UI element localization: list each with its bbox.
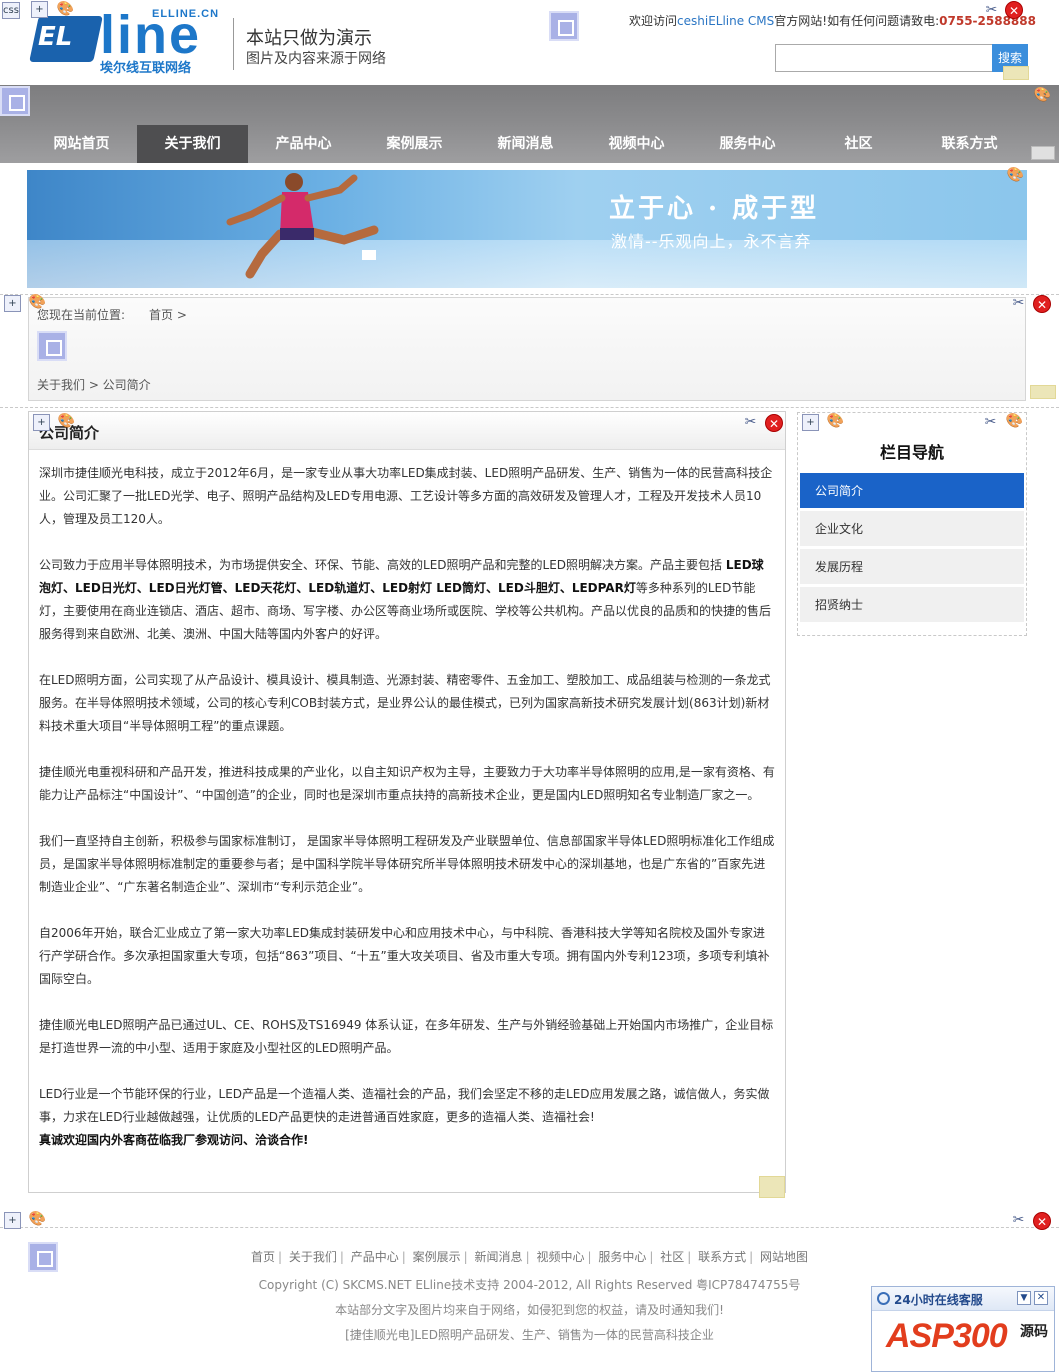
article-header: 公司简介 — [29, 412, 785, 450]
article-paragraph: 深圳市捷佳顺光电科技，成立于2012年6月，是一家专业从事大功率LED集成封装、… — [39, 466, 773, 526]
sidebar-item-company-intro[interactable]: 公司简介 — [800, 473, 1024, 509]
nav-item-service[interactable]: 服务中心 — [692, 125, 803, 163]
demo-notice-line2: 图片及内容来源于网络 — [246, 51, 386, 67]
block-handle-icon[interactable] — [37, 331, 67, 361]
breadcrumb-label: 您现在当前位置: — [37, 308, 126, 322]
palette-icon[interactable]: 🎨 — [28, 1210, 47, 1229]
banner-sky — [27, 240, 1027, 288]
footer-link-cases[interactable]: 案例展示 — [413, 1250, 461, 1264]
nav-item-about[interactable]: 关于我们 — [137, 125, 248, 163]
palette-icon[interactable]: 🎨 — [56, 0, 75, 19]
sidebar-item-culture[interactable]: 企业文化 — [800, 511, 1024, 547]
logo-chinese-name: 埃尔线互联网络 — [100, 61, 192, 76]
add-block-icon[interactable]: + — [33, 414, 50, 431]
chat-title: 24小时在线客服 — [894, 1293, 983, 1307]
footer-link-community[interactable]: 社区 — [660, 1250, 684, 1264]
nav-item-products[interactable]: 产品中心 — [248, 125, 359, 163]
article-paragraph: 我们一直坚持自主创新，积极参与国家标准制订， 是国家半导体照明工程研发及产业联盟… — [39, 834, 775, 894]
settings-tool-icon[interactable]: ✂ — [1009, 294, 1028, 313]
nav-item-contact[interactable]: 联系方式 — [914, 125, 1025, 163]
footer-divider — [0, 1212, 1059, 1228]
chat-header: 24小时在线客服 ▼ ✕ — [872, 1287, 1054, 1311]
palette-icon[interactable]: 🎨 — [1005, 412, 1024, 431]
breadcrumb-path[interactable]: 关于我们 > 公司简介 — [37, 376, 151, 393]
settings-tool-icon[interactable]: ✂ — [741, 413, 760, 432]
add-block-icon[interactable]: + — [31, 1, 48, 18]
nav-item-news[interactable]: 新闻消息 — [470, 125, 581, 163]
article-paragraph: 捷佳顺光电重视科研和产品开发，推进科技成果的产业化，以自主知识产权为主导，主要致… — [39, 765, 775, 802]
add-block-icon[interactable]: + — [4, 295, 21, 312]
welcome-text: 欢迎访问ceshiELline CMS官方网站!如有任何问题请致电:0755-2… — [629, 12, 1036, 29]
footer-link-home[interactable]: 首页 — [251, 1250, 275, 1264]
close-icon[interactable]: ✕ — [1033, 295, 1051, 313]
hero-banner: 立于心 · 成于型 激情--乐观向上，永不言弃 — [27, 170, 1027, 288]
close-icon[interactable]: ✕ — [765, 414, 783, 432]
footer-link-contact[interactable]: 联系方式 — [698, 1250, 746, 1264]
palette-icon[interactable]: 🎨 — [826, 412, 845, 431]
article-paragraph: 公司致力于应用半导体照明技术，为市场提供安全、环保、节能、高效的LED照明产品和… — [39, 554, 775, 646]
add-block-icon[interactable]: + — [4, 1212, 21, 1229]
resize-handle-icon[interactable] — [759, 1176, 785, 1198]
footer-nav: 首页 | 关于我们 | 产品中心 | 案例展示 | 新闻消息 | 视频中心 | 服务中心 | … — [250, 1250, 809, 1264]
article-panel: 公司简介 深圳市捷佳顺光电科技，成立于2012年6月，是一家专业从事大功率LED… — [28, 411, 786, 1193]
article-closing: 真诚欢迎国内外客商莅临我厂参观访问、洽谈合作! — [39, 1133, 309, 1147]
resize-handle-icon[interactable] — [1031, 146, 1055, 160]
block-handle-icon[interactable] — [0, 86, 30, 116]
nav-item-home[interactable]: 网站首页 — [26, 125, 137, 163]
article-paragraph: 捷佳顺光电LED照明产品已通过UL、CE、ROHS及TS16949 体系认证，在… — [39, 1018, 774, 1055]
article-paragraph: 在LED照明方面，公司实现了从产品设计、模具设计、模具制造、光源封装、精密零件、… — [39, 673, 771, 733]
nav-item-community[interactable]: 社区 — [803, 125, 914, 163]
palette-icon[interactable]: 🎨 — [1006, 166, 1025, 185]
demo-notice-line1: 本站只做为演示 — [246, 28, 372, 49]
breadcrumb-home-link[interactable]: 首页 > — [149, 306, 187, 323]
banner-subline: 激情--乐观向上，永不言弃 — [611, 232, 812, 251]
sidebar-item-history[interactable]: 发展历程 — [800, 549, 1024, 585]
article-paragraph: 自2006年开始，联合汇业成立了第一家大功率LED集成封装研发中心和应用技术中心… — [39, 926, 770, 986]
close-icon[interactable]: ✕ — [1005, 1, 1023, 19]
banner-headline: 立于心 · 成于型 — [609, 194, 820, 224]
add-block-icon[interactable]: + — [802, 414, 819, 431]
runner-illustration — [226, 173, 379, 279]
sidebar-item-jobs[interactable]: 招贤纳士 — [800, 587, 1024, 623]
online-service-widget[interactable]: 24小时在线客服 ▼ ✕ ASP300 源码 — [871, 1286, 1055, 1372]
chevron-down-icon[interactable]: ▼ — [1017, 1291, 1031, 1305]
logo-domain: ELLINE.CN — [152, 8, 220, 20]
asp300-logo: ASP300 — [886, 1317, 1008, 1355]
footer-link-news[interactable]: 新闻消息 — [475, 1250, 523, 1264]
breadcrumb: 您现在当前位置: 首页 > 关于我们 > 公司简介 — [28, 297, 1026, 401]
search-input[interactable] — [775, 44, 993, 72]
asp300-logo-cn: 源码 — [1020, 1324, 1048, 1340]
nav-item-video[interactable]: 视频中心 — [581, 125, 692, 163]
welcome-middle: 官方网站!如有任何问题请致电: — [774, 14, 940, 28]
resize-handle-icon[interactable] — [1003, 66, 1029, 80]
resize-handle-icon[interactable] — [1030, 385, 1056, 399]
chat-bubble-icon — [877, 1292, 890, 1305]
site-header: EL line ELLINE.CN 埃尔线互联网络 本站只做为演示 图片及内容来… — [0, 0, 1059, 84]
article-body: 深圳市捷佳顺光电科技，成立于2012年6月，是一家专业从事大功率LED集成封装、… — [39, 462, 775, 1175]
article-text: 公司致力于应用半导体照明技术，为市场提供安全、环保、节能、高效的LED照明产品和… — [39, 558, 726, 572]
footer-link-about[interactable]: 关于我们 — [289, 1250, 337, 1264]
main-nav: 网站首页 关于我们 产品中心 案例展示 新闻消息 视频中心 服务中心 社区 联系… — [0, 85, 1059, 163]
nav-item-cases[interactable]: 案例展示 — [359, 125, 470, 163]
header-divider — [233, 18, 234, 70]
sidebar-title: 栏目导航 — [879, 443, 944, 462]
footer-link-sitemap[interactable]: 网站地图 — [760, 1250, 808, 1264]
sidebar-nav: 栏目导航 公司简介 企业文化 发展历程 招贤纳士 — [797, 412, 1027, 636]
welcome-prefix: 欢迎访问 — [629, 14, 678, 28]
block-handle-icon[interactable] — [549, 11, 579, 41]
palette-icon[interactable]: 🎨 — [1033, 86, 1052, 105]
palette-icon[interactable]: 🎨 — [57, 412, 76, 431]
logo-el-text: EL — [38, 22, 73, 52]
settings-tool-icon[interactable]: ✂ — [982, 1, 1001, 20]
block-handle-icon[interactable] — [28, 1242, 58, 1272]
palette-icon[interactable]: 🎨 — [28, 293, 47, 312]
footer-link-service[interactable]: 服务中心 — [598, 1250, 646, 1264]
footer-link-video[interactable]: 视频中心 — [536, 1250, 584, 1264]
close-icon[interactable]: ✕ — [1034, 1291, 1048, 1305]
settings-tool-icon[interactable]: ✂ — [981, 413, 1000, 432]
welcome-cms-link[interactable]: ceshiELline CMS — [677, 14, 774, 28]
footer-link-products[interactable]: 产品中心 — [351, 1250, 399, 1264]
article-paragraph: LED行业是一个节能环保的行业，LED产品是一个造福人类、造福社会的产品，我们会… — [39, 1087, 770, 1124]
css-edit-icon[interactable]: css — [2, 2, 20, 19]
